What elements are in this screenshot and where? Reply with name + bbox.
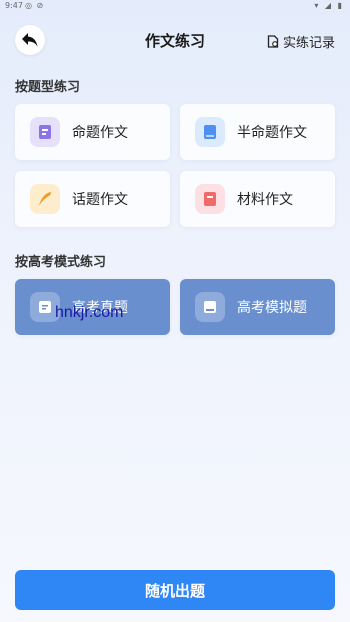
book-purple-icon xyxy=(30,117,60,147)
exam-icon xyxy=(30,292,60,322)
status-bar: 9:47 ◎ ⊘ ▾ ◢ ▮ xyxy=(0,0,350,12)
card-label: 话题作文 xyxy=(72,192,128,208)
card-label: 命题作文 xyxy=(72,125,128,141)
section-title-by-type: 按题型练习 xyxy=(15,80,81,95)
card-proposition-essay[interactable]: 命题作文 xyxy=(15,104,170,160)
card-label: 高考模拟题 xyxy=(237,300,307,316)
card-label: 高考真题 xyxy=(72,300,128,316)
card-material-essay[interactable]: 材料作文 xyxy=(180,171,335,227)
book-blue-icon xyxy=(195,117,225,147)
section-title-by-exam-mode: 按高考模式练习 xyxy=(15,255,107,270)
status-right-icons: ▾ ◢ ▮ xyxy=(314,1,344,10)
card-label: 材料作文 xyxy=(237,192,293,208)
status-left-icons: ◎ ⊘ xyxy=(25,1,45,10)
status-time: 9:47 xyxy=(5,1,23,10)
card-semi-proposition-essay[interactable]: 半命题作文 xyxy=(180,104,335,160)
card-mock-exam-questions[interactable]: 高考模拟题 xyxy=(180,279,335,335)
record-label: 实练记录 xyxy=(282,36,335,51)
record-icon xyxy=(267,35,279,48)
card-label: 半命题作文 xyxy=(237,125,307,141)
feather-orange-icon xyxy=(30,184,60,214)
random-question-button[interactable]: 随机出题 xyxy=(15,570,335,610)
card-real-exam-questions[interactable]: 高考真题 xyxy=(15,279,170,335)
practice-record-link[interactable]: 实练记录 xyxy=(267,32,335,51)
mock-exam-icon xyxy=(195,292,225,322)
card-topic-essay[interactable]: 话题作文 xyxy=(15,171,170,227)
header: 作文练习 实练记录 xyxy=(0,24,350,56)
book-red-icon xyxy=(195,184,225,214)
